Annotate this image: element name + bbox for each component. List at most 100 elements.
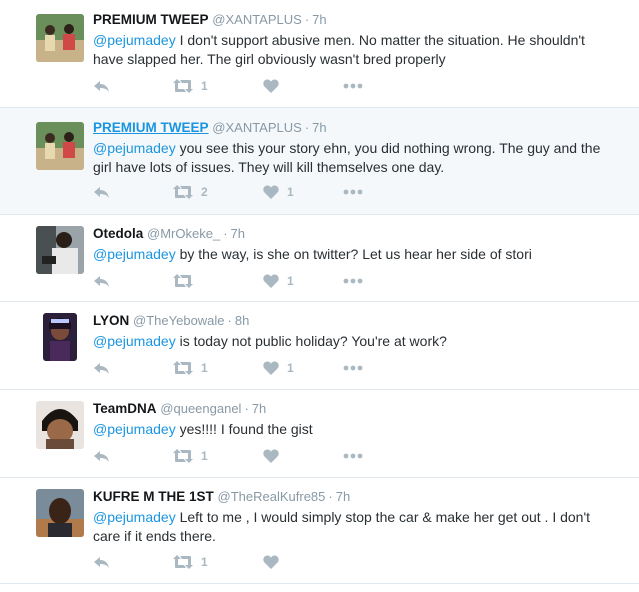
display-name[interactable]: KUFRE M THE 1ST <box>93 489 214 504</box>
tweet-actions: 1 <box>93 272 363 290</box>
like-button[interactable]: 1 <box>263 185 343 199</box>
tweet[interactable]: PREMIUM TWEEP @XANTAPLUS · 7h @pejumadey y… <box>0 108 639 215</box>
separator-dot: · <box>328 489 333 504</box>
avatar[interactable] <box>36 14 84 62</box>
timestamp[interactable]: 7h <box>312 120 326 135</box>
display-name[interactable]: LYON <box>93 313 129 328</box>
like-button[interactable] <box>263 555 343 569</box>
more-icon <box>343 365 363 371</box>
tweet-actions: 1 <box>93 447 363 465</box>
mention-link[interactable]: @pejumadey <box>93 333 176 349</box>
reply-icon <box>93 185 110 199</box>
more-icon <box>343 453 363 459</box>
retweet-count: 1 <box>201 79 208 93</box>
retweet-icon <box>173 361 193 375</box>
retweet-button[interactable]: 1 <box>173 79 263 93</box>
more-icon <box>343 278 363 284</box>
timestamp[interactable]: 7h <box>231 226 245 241</box>
reply-button[interactable] <box>93 361 173 375</box>
reply-button[interactable] <box>93 449 173 463</box>
heart-icon <box>263 79 279 93</box>
reply-button[interactable] <box>93 79 173 93</box>
like-button[interactable]: 1 <box>263 274 343 288</box>
more-button[interactable] <box>343 365 363 371</box>
reply-button[interactable] <box>93 555 173 569</box>
user-handle[interactable]: @XANTAPLUS <box>212 12 302 27</box>
tweet-actions: 1 <box>93 553 343 571</box>
tweet[interactable]: TeamDNA @queenganel · 7h @pejumadey yes!!!… <box>0 390 639 478</box>
mention-link[interactable]: @pejumadey <box>93 246 176 262</box>
mention-link[interactable]: @pejumadey <box>93 32 176 48</box>
retweet-count: 2 <box>201 185 208 199</box>
retweet-count: 1 <box>201 449 208 463</box>
display-name[interactable]: PREMIUM TWEEP <box>93 12 209 27</box>
heart-icon <box>263 274 279 288</box>
display-name[interactable]: Otedola <box>93 226 143 241</box>
separator-dot: · <box>304 120 310 135</box>
display-name[interactable]: TeamDNA <box>93 401 157 416</box>
user-handle[interactable]: @TheRealKufre85 <box>218 489 326 504</box>
like-button[interactable] <box>263 449 343 463</box>
tweet-text: @pejumadey you see this your story ehn, … <box>93 139 609 177</box>
heart-icon <box>263 185 279 199</box>
mention-link[interactable]: @pejumadey <box>93 509 176 525</box>
tweet-text-body: by the way, is she on twitter? Let us he… <box>179 246 532 262</box>
avatar[interactable] <box>36 226 84 274</box>
reply-icon <box>93 449 110 463</box>
timestamp[interactable]: 7h <box>336 489 350 504</box>
timestamp[interactable]: 8h <box>235 313 249 328</box>
more-button[interactable] <box>343 83 363 89</box>
timestamp[interactable]: 7h <box>252 401 266 416</box>
timestamp[interactable]: 7h <box>312 12 326 27</box>
reply-icon <box>93 274 110 288</box>
mention-link[interactable]: @pejumadey <box>93 140 176 156</box>
user-handle[interactable]: @XANTAPLUS <box>212 120 302 135</box>
user-handle[interactable]: @MrOkeke_ <box>147 226 220 241</box>
tweet[interactable]: PREMIUM TWEEP @XANTAPLUS · 7h @pejumadey I… <box>0 0 639 108</box>
tweet[interactable]: KUFRE M THE 1ST @TheRealKufre85 · 7h @peju… <box>0 478 639 584</box>
tweet-text: @pejumadey I don't support abusive men. … <box>93 31 609 69</box>
retweet-button[interactable]: 1 <box>173 449 263 463</box>
separator-dot: · <box>304 12 310 27</box>
separator-dot: · <box>244 401 249 416</box>
tweet[interactable]: LYON @TheYebowale · 8h @pejumadey is today… <box>0 302 639 390</box>
reply-icon <box>93 555 110 569</box>
retweet-button[interactable]: 1 <box>173 361 263 375</box>
tweet-header: PREMIUM TWEEP @XANTAPLUS · 7h <box>93 119 609 137</box>
avatar[interactable] <box>36 489 84 537</box>
like-count: 1 <box>287 185 294 199</box>
tweet-actions: 1 1 <box>93 359 363 377</box>
avatar[interactable] <box>36 122 84 170</box>
heart-icon <box>263 361 279 375</box>
retweet-icon <box>173 274 193 288</box>
retweet-count: 1 <box>201 555 208 569</box>
more-icon <box>343 189 363 195</box>
tweet-actions: 1 <box>93 77 363 95</box>
retweet-button[interactable]: 1 <box>173 555 263 569</box>
display-name[interactable]: PREMIUM TWEEP <box>93 120 209 135</box>
retweet-button[interactable]: 2 <box>173 185 263 199</box>
reply-button[interactable] <box>93 274 173 288</box>
like-count: 1 <box>287 274 294 288</box>
avatar[interactable] <box>36 401 84 449</box>
more-button[interactable] <box>343 453 363 459</box>
reply-button[interactable] <box>93 185 173 199</box>
mention-link[interactable]: @pejumadey <box>93 421 176 437</box>
tweet-header: PREMIUM TWEEP @XANTAPLUS · 7h <box>93 11 609 29</box>
like-button[interactable] <box>263 79 343 93</box>
user-handle[interactable]: @TheYebowale <box>133 313 225 328</box>
like-button[interactable]: 1 <box>263 361 343 375</box>
tweet-text: @pejumadey yes!!!! I found the gist <box>93 420 609 439</box>
more-button[interactable] <box>343 189 363 195</box>
like-count: 1 <box>287 361 294 375</box>
tweet-header: Otedola @MrOkeke_ · 7h <box>93 225 609 243</box>
tweet-text-body: is today not public holiday? You're at w… <box>179 333 447 349</box>
tweet-actions: 2 1 <box>93 183 363 201</box>
more-button[interactable] <box>343 278 363 284</box>
user-handle[interactable]: @queenganel <box>160 401 241 416</box>
retweet-icon <box>173 79 193 93</box>
avatar[interactable] <box>43 313 77 361</box>
retweet-button[interactable] <box>173 274 263 288</box>
tweet[interactable]: Otedola @MrOkeke_ · 7h @pejumadey by the w… <box>0 215 639 302</box>
reply-icon <box>93 361 110 375</box>
